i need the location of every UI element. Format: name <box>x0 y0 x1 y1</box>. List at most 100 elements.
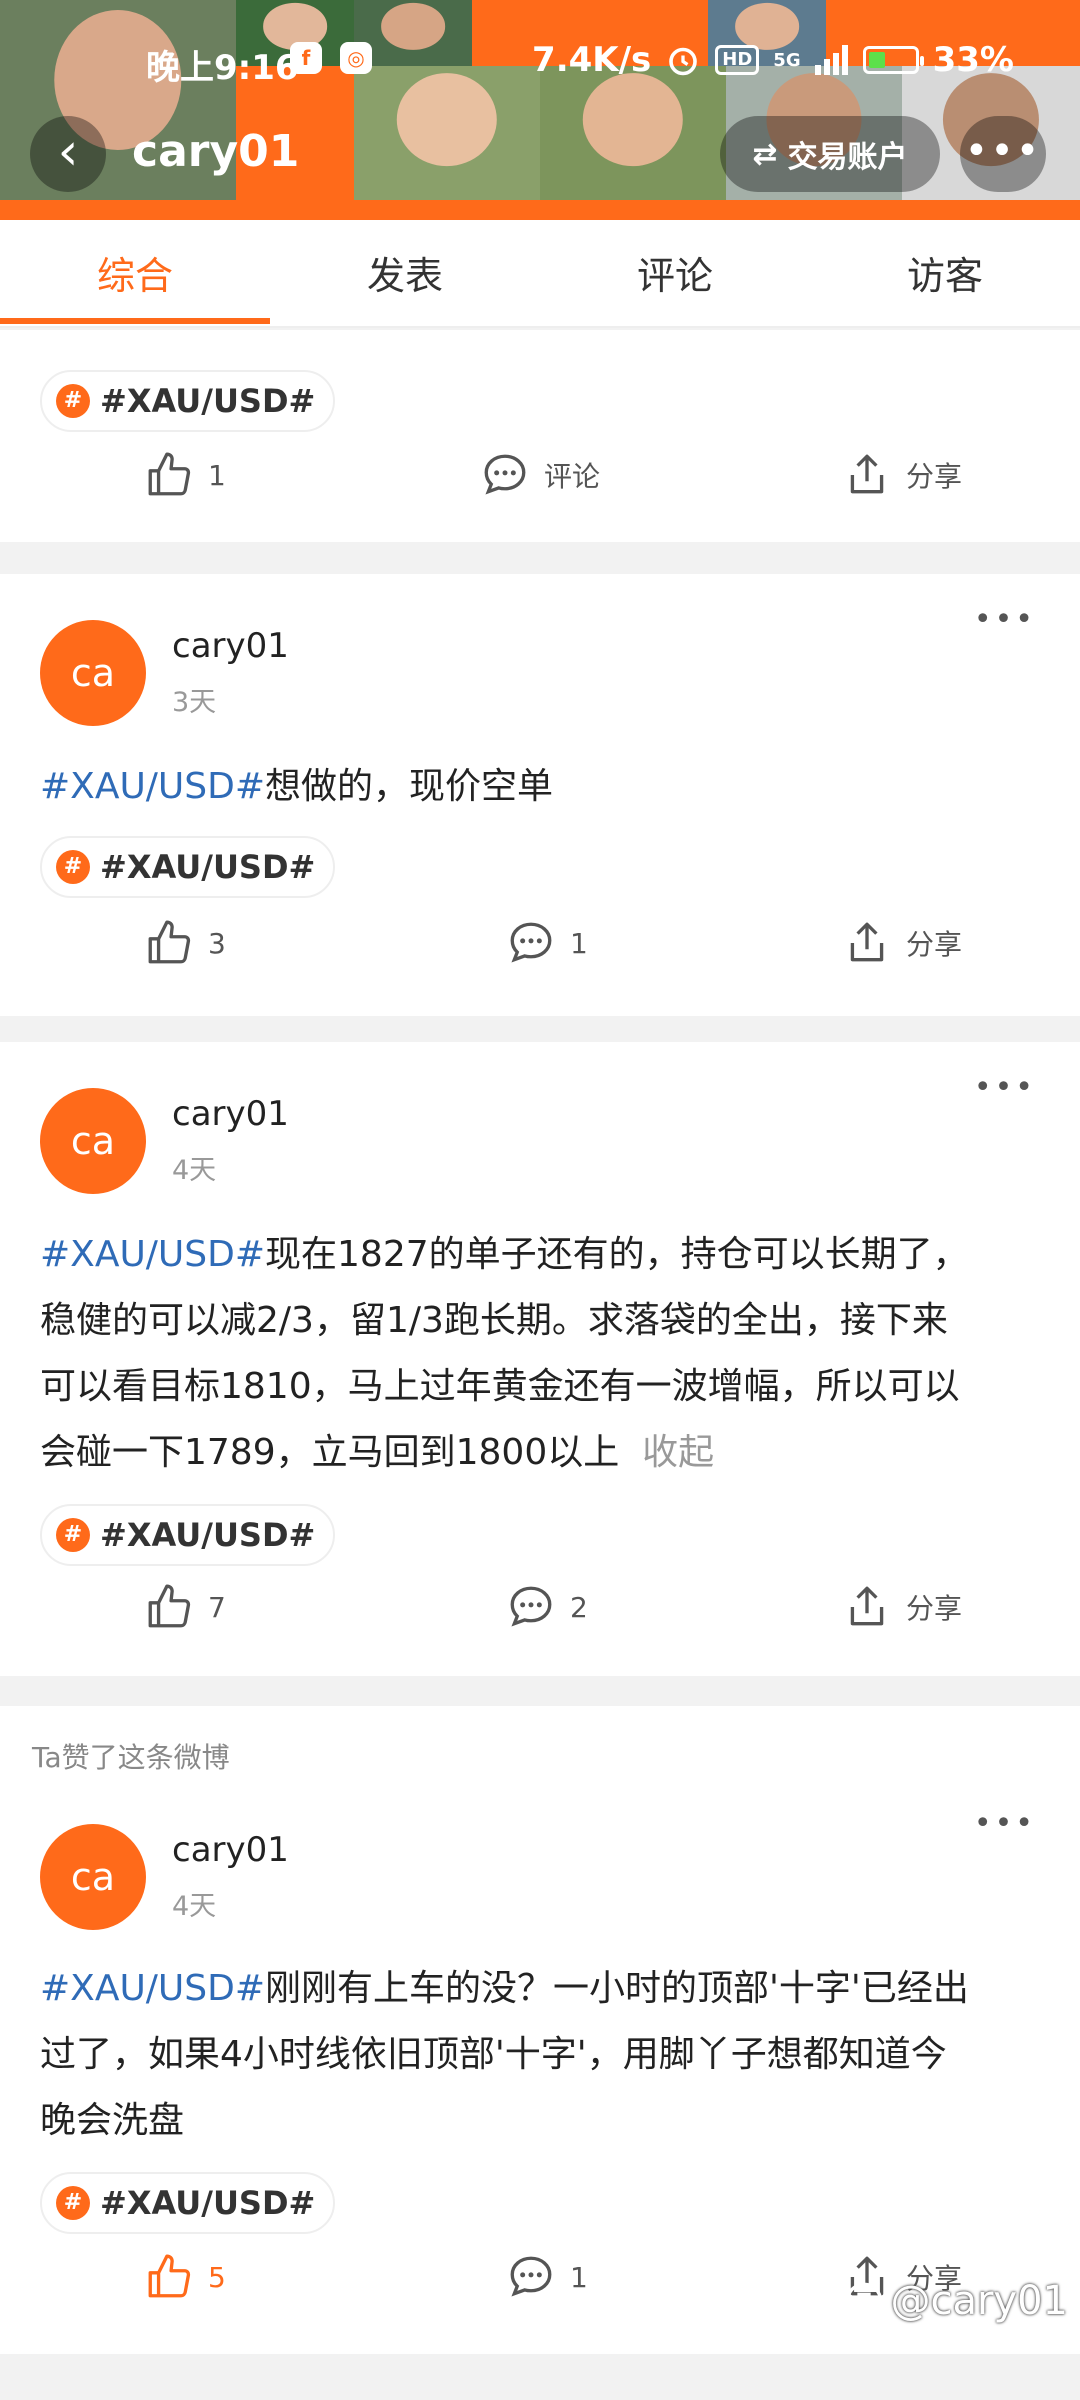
tab-posts[interactable]: 发表 <box>270 220 540 326</box>
battery-percent: 33% <box>932 40 1014 80</box>
post-author[interactable]: cary01 <box>172 626 289 666</box>
comment-count: 2 <box>570 1590 588 1624</box>
hashtag-icon: # <box>56 850 90 884</box>
feed-card: ca cary01 3天 ••• #XAU/USD#想做的，现价空单 # #XA… <box>0 574 1080 1016</box>
topic-tag-label: #XAU/USD# <box>100 848 316 886</box>
comment-icon <box>510 2256 552 2297</box>
topic-tag[interactable]: # #XAU/USD# <box>40 1504 336 1566</box>
comment-button[interactable]: 评论 <box>480 450 600 500</box>
post-time: 4天 <box>172 1155 217 1186</box>
post-author[interactable]: cary01 <box>172 1830 289 1870</box>
topic-link[interactable]: #XAU/USD# <box>40 1234 265 1275</box>
watermark-text: @cary01 <box>890 2278 1068 2324</box>
topic-link[interactable]: #XAU/USD# <box>40 766 265 807</box>
post-text: 现在1827的单子还有的，持仓可以长期了， <box>265 1234 969 1275</box>
post-line: #XAU/USD#现在1827的单子还有的，持仓可以长期了， <box>40 1222 1040 1288</box>
profile-header-banner: 晚上9:16 f ◎ 7.4K/s HD 5G 33% ‹ cary01 ⇄ 交… <box>0 0 1080 220</box>
feed-card: # #XAU/USD# 1 评论 分享 <box>0 330 1080 542</box>
post-menu-button[interactable]: ••• <box>974 1806 1036 1841</box>
signal-label: 5G <box>773 49 801 71</box>
tab-visitors[interactable]: 访客 <box>810 220 1080 326</box>
share-icon <box>850 922 884 962</box>
thumbs-up-icon <box>148 452 191 496</box>
comment-button[interactable]: 1 <box>506 2252 588 2302</box>
back-icon: ‹ <box>57 122 79 182</box>
thumbs-up-icon <box>148 920 191 964</box>
post-menu-button[interactable]: ••• <box>974 1070 1036 1105</box>
comment-icon <box>510 1586 552 1627</box>
topic-tag-label: #XAU/USD# <box>100 382 316 420</box>
topic-link[interactable]: #XAU/USD# <box>40 1968 265 2009</box>
comment-count: 1 <box>570 2260 588 2294</box>
swap-icon: ⇄ <box>752 136 778 172</box>
more-icon: ••• <box>964 128 1042 174</box>
post-line: 晚会洗盘 <box>40 2100 185 2141</box>
battery-icon <box>862 46 924 74</box>
hashtag-icon: # <box>56 1518 90 1552</box>
post-menu-button[interactable]: ••• <box>974 602 1036 637</box>
topic-tag[interactable]: # #XAU/USD# <box>40 370 336 432</box>
banner-bottom-strip <box>0 200 1080 220</box>
post-line: 可以看目标1810，马上过年黄金还有一波增幅，所以可以 <box>40 1366 960 1407</box>
share-label: 分享 <box>906 928 963 961</box>
status-time: 晚上9:16 <box>146 48 299 88</box>
post-actions: 3 1 分享 <box>0 918 1080 998</box>
share-label: 分享 <box>906 460 963 493</box>
watermark: @cary01 <box>844 2278 1068 2324</box>
profile-tabs: 综合 发表 评论 访客 <box>0 220 1080 328</box>
notification-app-icon: f <box>290 42 322 74</box>
avatar[interactable]: ca <box>40 1088 146 1194</box>
post-actions: 7 2 分享 <box>0 1582 1080 1662</box>
share-button[interactable]: 分享 <box>842 918 962 968</box>
topic-tag-label: #XAU/USD# <box>100 2184 316 2222</box>
like-button[interactable]: 5 <box>144 2252 226 2302</box>
comment-icon <box>510 922 552 963</box>
post-text: 会碰一下1789，立马回到1800以上 <box>40 1432 620 1473</box>
hd-badge: HD <box>715 45 760 75</box>
like-count: 1 <box>208 458 226 492</box>
network-speed: 7.4K/s <box>532 40 652 80</box>
more-icon: ••• <box>973 1806 1036 1841</box>
like-count: 7 <box>208 1590 226 1624</box>
like-button[interactable]: 3 <box>144 918 226 968</box>
share-button[interactable]: 分享 <box>842 1582 962 1632</box>
feed-card: Ta赞了这条微博 ca cary01 4天 ••• #XAU/USD#刚刚有上车… <box>0 1706 1080 2354</box>
post-line: 稳健的可以减2/3，留1/3跑长期。求落袋的全出，接下来 <box>40 1300 948 1341</box>
topic-tag-label: #XAU/USD# <box>100 1516 316 1554</box>
hashtag-icon: # <box>56 2186 90 2220</box>
tab-all[interactable]: 综合 <box>0 220 270 326</box>
share-button[interactable]: 分享 <box>842 450 962 500</box>
comment-button[interactable]: 2 <box>506 1582 588 1632</box>
collapse-link[interactable]: 收起 <box>642 1432 714 1473</box>
more-options-button[interactable]: ••• <box>960 116 1046 192</box>
like-button[interactable]: 7 <box>144 1582 226 1632</box>
active-tab-indicator <box>0 318 270 324</box>
like-button[interactable]: 1 <box>144 450 226 500</box>
more-icon: ••• <box>973 1070 1036 1105</box>
page-title: cary01 <box>132 126 300 177</box>
tab-comments[interactable]: 评论 <box>540 220 810 326</box>
comment-count: 1 <box>570 926 588 960</box>
avatar[interactable]: ca <box>40 1824 146 1930</box>
trade-account-button[interactable]: ⇄ 交易账户 <box>720 116 940 192</box>
feed-card: ca cary01 4天 ••• #XAU/USD#现在1827的单子还有的，持… <box>0 1042 1080 1676</box>
back-button[interactable]: ‹ <box>30 116 106 192</box>
comment-button[interactable]: 1 <box>506 918 588 968</box>
post-text: 想做的，现价空单 <box>265 766 554 807</box>
zhihu-logo-icon <box>846 2282 883 2320</box>
post-content: #XAU/USD#想做的，现价空单 <box>40 754 1040 820</box>
trade-account-label: 交易账户 <box>787 140 908 175</box>
post-content: #XAU/USD#现在1827的单子还有的，持仓可以长期了， 稳健的可以减2/3… <box>40 1222 1040 1486</box>
topic-tag[interactable]: # #XAU/USD# <box>40 836 336 898</box>
post-author[interactable]: cary01 <box>172 1094 289 1134</box>
avatar[interactable]: ca <box>40 620 146 726</box>
topic-tag[interactable]: # #XAU/USD# <box>40 2172 336 2234</box>
weibo-profile-page: 晚上9:16 f ◎ 7.4K/s HD 5G 33% ‹ cary01 ⇄ 交… <box>0 0 1080 2400</box>
like-count: 5 <box>208 2260 226 2294</box>
post-text: 刚刚有上车的没？一小时的顶部'十字'已经出 <box>265 1968 969 2009</box>
share-label: 分享 <box>906 1592 963 1625</box>
thumbs-up-icon <box>148 2254 191 2298</box>
notification-app-icon: ◎ <box>340 42 372 74</box>
status-right-group: 7.4K/s HD 5G 33% <box>532 40 1014 80</box>
signal-icon <box>814 45 848 75</box>
